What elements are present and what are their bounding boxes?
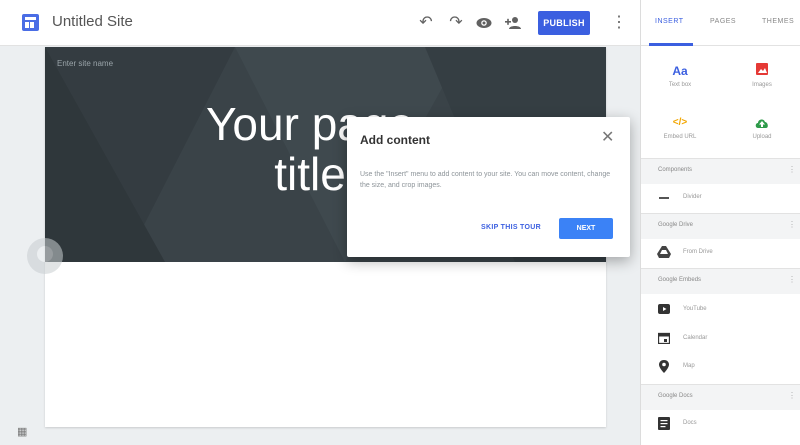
section-title: Google Docs: [658, 393, 693, 399]
item-label: Docs: [683, 420, 697, 426]
item-label: From Drive: [683, 249, 713, 255]
list-item-youtube[interactable]: YouTube: [655, 301, 795, 323]
next-button[interactable]: NEXT: [559, 218, 613, 239]
section-components[interactable]: Components ⋮: [641, 158, 800, 184]
images-tile[interactable]: Images: [737, 62, 787, 88]
calendar-icon: [657, 332, 671, 346]
tile-label: Upload: [752, 134, 772, 140]
publish-button[interactable]: PUBLISH: [538, 11, 590, 35]
sites-logo-icon[interactable]: [22, 14, 39, 31]
tile-label: Text box: [668, 82, 692, 88]
section-title: Google Drive: [658, 222, 694, 228]
site-title[interactable]: Untitled Site: [52, 13, 133, 30]
list-item-docs[interactable]: Docs: [655, 415, 795, 437]
text-box-icon: Aa: [672, 64, 688, 78]
embed-code-icon: </>: [672, 117, 688, 128]
section-google-embeds[interactable]: Google Embeds ⋮: [641, 268, 800, 294]
section-google-docs[interactable]: Google Docs ⋮: [641, 384, 800, 410]
section-title: Google Embeds: [658, 277, 702, 283]
item-label: Calendar: [683, 335, 708, 341]
undo-icon[interactable]: ↶: [416, 13, 436, 33]
image-icon: [737, 62, 787, 80]
drag-handle-icon[interactable]: ⋮: [788, 275, 796, 285]
map-pin-icon: [657, 360, 671, 374]
list-item-calendar[interactable]: Calendar: [655, 330, 795, 352]
tile-label: Images: [752, 82, 772, 88]
list-item-map[interactable]: Map: [655, 358, 795, 380]
preview-eye-icon[interactable]: [474, 13, 494, 35]
right-panel: INSERT PAGES THEMES Aa Text box Images <…: [640, 0, 800, 445]
drag-handle-icon[interactable]: ⋮: [788, 220, 796, 230]
section-title: Components: [658, 167, 693, 173]
tab-pages[interactable]: PAGES: [710, 18, 736, 25]
more-options-icon[interactable]: ⋮: [611, 13, 627, 33]
tile-label: Embed URL: [663, 134, 697, 140]
dialog-title: Add content: [360, 133, 430, 147]
drag-handle-icon[interactable]: ⋮: [788, 391, 796, 401]
skip-tour-button[interactable]: SKIP THIS TOUR: [481, 224, 541, 231]
text-box-tile[interactable]: Aa Text box: [655, 62, 705, 88]
list-item-from-drive[interactable]: From Drive: [655, 244, 795, 266]
tab-insert[interactable]: INSERT: [655, 18, 684, 25]
drive-icon: [657, 246, 671, 260]
redo-icon[interactable]: ↷: [446, 13, 466, 33]
cloud-upload-icon: [737, 114, 787, 132]
panel-tabs: INSERT PAGES THEMES: [641, 0, 800, 46]
add-content-dialog: Add content ✕ Use the "Insert" menu to a…: [347, 117, 630, 257]
add-person-icon[interactable]: [503, 13, 523, 36]
item-label: Map: [683, 363, 695, 369]
site-name-input[interactable]: Enter site name: [57, 59, 113, 68]
close-icon[interactable]: ✕: [601, 130, 615, 146]
dialog-body: Use the "Insert" menu to add content to …: [360, 171, 611, 189]
docs-icon: [657, 417, 671, 431]
help-grid-icon[interactable]: ▦: [17, 425, 27, 438]
section-google-drive[interactable]: Google Drive ⋮: [641, 213, 800, 239]
item-label: YouTube: [683, 306, 707, 312]
youtube-icon: [657, 303, 671, 317]
avatar-placeholder-icon: [27, 238, 63, 274]
active-tab-indicator: [649, 43, 693, 46]
item-label: Divider: [683, 194, 702, 200]
embed-url-tile[interactable]: </> Embed URL: [655, 114, 705, 140]
drag-handle-icon[interactable]: ⋮: [788, 165, 796, 175]
tab-themes[interactable]: THEMES: [762, 18, 794, 25]
list-item-divider[interactable]: Divider: [655, 189, 795, 211]
divider-icon: [657, 191, 671, 205]
upload-tile[interactable]: Upload: [737, 114, 787, 140]
top-bar: Untitled Site ↶ ↷ PUBLISH ⋮: [0, 0, 640, 46]
